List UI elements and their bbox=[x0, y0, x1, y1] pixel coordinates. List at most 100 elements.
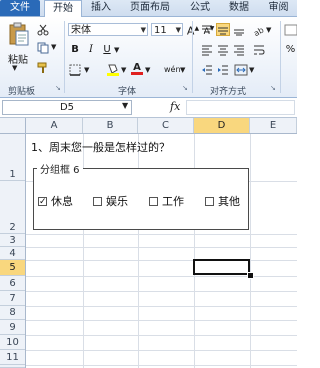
tab-formulas[interactable]: 公式 bbox=[182, 0, 218, 16]
align-bottom-icon[interactable] bbox=[232, 23, 246, 36]
gridline bbox=[26, 291, 297, 292]
text-orientation-icon[interactable]: ab bbox=[252, 23, 266, 36]
formula-input[interactable] bbox=[186, 100, 295, 115]
cell-a1[interactable]: 1、周末您一般是怎样过的？ bbox=[31, 139, 170, 155]
row-header-9[interactable]: 9 bbox=[0, 320, 25, 335]
row-header-8[interactable]: 8 bbox=[0, 306, 25, 320]
grow-font-button[interactable]: A▲ bbox=[186, 22, 200, 38]
row-header-6[interactable]: 6 bbox=[0, 276, 25, 291]
font-color-dropdown-icon[interactable]: ▼ bbox=[145, 66, 150, 74]
svg-text:ab: ab bbox=[253, 25, 265, 36]
fill-color-icon[interactable] bbox=[106, 63, 120, 76]
row-header-11[interactable]: 11 bbox=[0, 350, 25, 365]
row-header-1[interactable]: 1 bbox=[0, 134, 25, 181]
gridline bbox=[26, 320, 297, 321]
align-top-icon[interactable] bbox=[200, 23, 214, 36]
copy-icon[interactable] bbox=[36, 41, 50, 54]
wrap-text-icon[interactable] bbox=[252, 43, 266, 56]
row-header-2[interactable]: 2 bbox=[0, 181, 25, 234]
gridline bbox=[26, 276, 297, 277]
column-headers: A B C D E bbox=[0, 118, 297, 134]
increase-indent-icon[interactable] bbox=[216, 63, 230, 76]
group-separator bbox=[280, 21, 281, 93]
gridline bbox=[26, 335, 297, 336]
underline-dropdown-icon[interactable]: ▼ bbox=[114, 46, 119, 54]
font-size-select[interactable]: 11 ▼ bbox=[151, 23, 183, 36]
orientation-dropdown-icon[interactable]: ▼ bbox=[266, 26, 271, 34]
font-name-select[interactable]: 宋体 ▼ bbox=[68, 23, 148, 36]
tab-file[interactable]: 文件 bbox=[0, 0, 40, 16]
column-header-e[interactable]: E bbox=[250, 118, 297, 133]
gridline bbox=[26, 365, 297, 366]
select-all-corner[interactable] bbox=[0, 118, 26, 133]
gridline bbox=[26, 234, 297, 235]
row-header-4[interactable]: 4 bbox=[0, 247, 25, 260]
merge-center-icon[interactable] bbox=[234, 63, 248, 76]
tab-review[interactable]: 审阅 bbox=[260, 0, 297, 16]
tab-home[interactable]: 开始 bbox=[44, 0, 82, 17]
gridline bbox=[26, 247, 297, 248]
tab-page-layout[interactable]: 页面布局 bbox=[122, 0, 178, 16]
row-header-5[interactable]: 5 bbox=[0, 260, 25, 276]
italic-button[interactable]: I bbox=[84, 43, 98, 57]
paste-dropdown-icon[interactable]: ▼ bbox=[12, 64, 17, 72]
paste-label[interactable]: 粘贴 bbox=[8, 51, 28, 66]
row-header-10[interactable]: 10 bbox=[0, 335, 25, 350]
underline-button[interactable]: U bbox=[100, 43, 114, 57]
option-work[interactable]: 工作 bbox=[149, 193, 184, 209]
decrease-indent-icon[interactable] bbox=[200, 63, 214, 76]
gridline bbox=[26, 306, 297, 307]
checkbox-icon[interactable] bbox=[93, 196, 102, 206]
phonetic-dropdown-icon[interactable]: ▼ bbox=[180, 66, 185, 74]
column-header-d[interactable]: D bbox=[194, 118, 250, 133]
borders-icon[interactable] bbox=[68, 63, 82, 76]
row-header-3[interactable]: 3 bbox=[0, 234, 25, 247]
insert-function-icon[interactable]: fx bbox=[170, 100, 180, 113]
gridline bbox=[26, 350, 297, 351]
font-group-label: 字体 bbox=[118, 87, 137, 97]
column-header-a[interactable]: A bbox=[26, 118, 83, 133]
align-left-icon[interactable] bbox=[200, 43, 214, 56]
name-box-dropdown-icon[interactable]: ▼ bbox=[122, 101, 128, 110]
tab-data[interactable]: 数据 bbox=[222, 0, 256, 16]
borders-dropdown-icon[interactable]: ▼ bbox=[84, 66, 89, 74]
cut-icon[interactable] bbox=[36, 23, 50, 36]
font-launcher-icon[interactable]: ↘ bbox=[182, 85, 189, 92]
option-entertainment[interactable]: 娱乐 bbox=[93, 193, 128, 209]
copy-dropdown-icon[interactable]: ▼ bbox=[51, 43, 56, 51]
column-header-b[interactable]: B bbox=[83, 118, 138, 133]
alignment-launcher-icon[interactable]: ↘ bbox=[270, 85, 277, 92]
align-right-icon[interactable] bbox=[232, 43, 246, 56]
active-cell-d5[interactable] bbox=[193, 259, 250, 275]
fill-handle[interactable] bbox=[247, 272, 254, 279]
alignment-group-label: 对齐方式 bbox=[210, 87, 247, 97]
merge-dropdown-icon[interactable]: ▼ bbox=[249, 66, 254, 74]
tab-insert[interactable]: 插入 bbox=[84, 0, 118, 16]
checkbox-icon[interactable] bbox=[149, 196, 158, 206]
checkbox-icon[interactable] bbox=[205, 196, 214, 206]
gridline bbox=[250, 134, 251, 368]
fill-color-dropdown-icon[interactable]: ▼ bbox=[121, 66, 126, 74]
option-rest[interactable]: ✓ 休息 bbox=[38, 193, 73, 209]
column-header-c[interactable]: C bbox=[138, 118, 194, 133]
formula-bar: D5 ▼ fx bbox=[0, 98, 297, 118]
format-painter-icon[interactable] bbox=[36, 61, 50, 74]
bold-button[interactable]: B bbox=[68, 43, 82, 57]
option-label: 工作 bbox=[162, 195, 184, 208]
option-other[interactable]: 其他 bbox=[205, 193, 240, 209]
clipboard-launcher-icon[interactable]: ↘ bbox=[55, 85, 62, 92]
option-label: 休息 bbox=[51, 195, 73, 208]
align-middle-icon[interactable] bbox=[216, 23, 230, 36]
number-format-icon[interactable] bbox=[284, 23, 297, 36]
ribbon: 粘贴 ▼ ▼ 剪贴板 ↘ 宋体▼ 11▼ A▲ A▼ B I U ▼ ▼ ▼ A… bbox=[0, 17, 297, 98]
groupbox-title: 分组框 6 bbox=[37, 161, 83, 176]
name-box[interactable]: D5 bbox=[2, 100, 132, 115]
paste-icon[interactable] bbox=[8, 21, 30, 47]
row-header-7[interactable]: 7 bbox=[0, 291, 25, 306]
checkbox-checked-icon[interactable]: ✓ bbox=[38, 196, 47, 206]
phonetic-button[interactable]: wén bbox=[164, 63, 181, 77]
percent-style-button[interactable]: % bbox=[284, 43, 297, 57]
align-center-icon[interactable] bbox=[216, 43, 230, 56]
font-color-icon[interactable]: A bbox=[130, 62, 144, 75]
group-separator bbox=[192, 21, 193, 93]
